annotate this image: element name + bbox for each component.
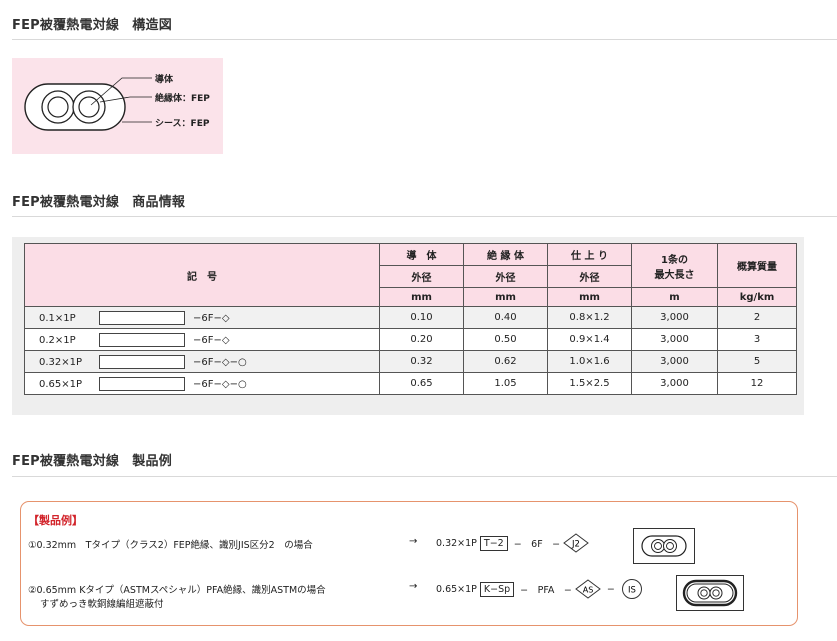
insulator-value: 0.50 (463, 328, 548, 351)
length-value: 3,000 (631, 328, 718, 351)
example-2-description-line2: すずめっき軟銅線編組遮蔽付 (40, 599, 164, 610)
table-row: 0.32×1P −6F−◇−○ 0.32 0.62 1.0×1.6 3,000 5 (24, 350, 797, 373)
symbol-header: 記 号 (24, 243, 380, 307)
finish-value: 1.0×1.6 (547, 350, 632, 373)
table-row: 0.65×1P −6F−◇−○ 0.65 1.05 1.5×2.5 3,000 1… (24, 372, 797, 395)
cable-cross-section-icon (633, 528, 695, 564)
length-header-line1: 1条の (661, 254, 688, 266)
unit-length: m (631, 287, 718, 307)
product-example-box: 【製品例】 ①0.32mm Tタイプ（クラス2）FEP絶縁、識別JIS区分2 の… (20, 501, 798, 626)
example-1-type-box: T−2 (479, 535, 508, 551)
table-row: 0.2×1P −6F−◇ 0.20 0.50 0.9×1.4 3,000 3 (24, 328, 797, 351)
example-heading: 【製品例】 (28, 514, 83, 527)
example-2-circle-text: IS (628, 586, 636, 596)
length-value: 3,000 (631, 350, 718, 373)
col-header-insulator: 絶 縁 体 (463, 243, 548, 266)
example-1-mid: − 6F − (513, 539, 561, 550)
col-header-finish: 仕 上 り (547, 243, 632, 266)
conductor-value: 0.10 (379, 306, 464, 329)
example-1-description: ①0.32mm Tタイプ（クラス2）FEP絶縁、識別JIS区分2 の場合 (28, 540, 313, 551)
size-text: 0.32×1P (39, 356, 83, 368)
arrow-icon: → (409, 581, 418, 592)
insulator-value: 1.05 (463, 372, 548, 395)
diamond-icon: J2 (563, 533, 589, 553)
spec-table: 記 号 導 体 絶 縁 体 仕 上 り 1条の 最大長さ 概算質量 外径 外径 … (24, 243, 797, 395)
mass-value: 3 (717, 328, 797, 351)
example-2-type-box: K−Sp (479, 581, 515, 597)
code-text: −6F−◇ (193, 312, 230, 324)
type-blank-box (99, 332, 185, 347)
symbol-cell: 0.2×1P −6F−◇ (24, 328, 380, 351)
type-blank-box (99, 354, 185, 369)
sheath-label: シース：FEP (155, 119, 210, 129)
arrow-icon: → (409, 536, 418, 547)
structure-diagram: 導体 絶縁体：FEP シース：FEP (12, 58, 223, 154)
type-blank-box (99, 376, 185, 391)
length-value: 3,000 (631, 372, 718, 395)
symbol-cell: 0.65×1P −6F−◇−○ (24, 372, 380, 395)
unit-insulator: mm (463, 287, 548, 307)
example-section-title: FEP被覆熱電対線 製品例 (12, 454, 172, 469)
example-2-diamond-text: AS (583, 586, 594, 595)
conductor-value: 0.65 (379, 372, 464, 395)
size-text: 0.1×1P (39, 312, 76, 324)
col-header-conductor: 導 体 (379, 243, 464, 266)
example-2-size: 0.65×1P (436, 583, 477, 595)
size-text: 0.65×1P (39, 378, 83, 390)
mass-value: 12 (717, 372, 797, 395)
cable-cross-section-icon (24, 77, 152, 131)
conductor-value: 0.32 (379, 350, 464, 373)
size-text: 0.2×1P (39, 334, 76, 346)
length-header-line2: 最大長さ (654, 269, 695, 281)
type-blank-box (99, 310, 185, 325)
example-1-size: 0.32×1P (436, 537, 477, 549)
sub-header-conductor: 外径 (379, 265, 464, 288)
spec-table-panel: 記 号 導 体 絶 縁 体 仕 上 り 1条の 最大長さ 概算質量 外径 外径 … (12, 237, 804, 415)
mass-value: 2 (717, 306, 797, 329)
unit-finish: mm (547, 287, 632, 307)
code-text: −6F−◇−○ (193, 378, 247, 390)
circle-icon: IS (621, 579, 642, 599)
diamond-icon: AS (575, 579, 601, 599)
unit-mass: kg/km (717, 287, 797, 307)
insulator-label: 絶縁体：FEP (155, 94, 210, 104)
conductor-label: 導体 (155, 75, 174, 85)
unit-conductor: mm (379, 287, 464, 307)
sub-header-finish: 外径 (547, 265, 632, 288)
example-2-dash: − (606, 583, 615, 595)
code-text: −6F−◇−○ (193, 356, 247, 368)
sub-header-insulator: 外径 (463, 265, 548, 288)
finish-value: 0.8×1.2 (547, 306, 632, 329)
product-info-section-title: FEP被覆熱電対線 商品情報 (12, 195, 186, 210)
finish-value: 0.9×1.4 (547, 328, 632, 351)
example-2-description: ②0.65mm Kタイプ（ASTMスペシャル）PFA絶縁、識別ASTMの場合 (28, 585, 326, 596)
example-2-mid: − PFA − (520, 585, 572, 596)
insulator-value: 0.40 (463, 306, 548, 329)
col-header-mass: 概算質量 (717, 243, 797, 288)
structure-section-title: FEP被覆熱電対線 構造図 (12, 18, 172, 33)
example-1-formula: 0.32×1P T−2 − 6F − J2 (436, 533, 589, 553)
divider (12, 39, 837, 40)
mass-value: 5 (717, 350, 797, 373)
example-1-diamond-text: J2 (571, 540, 580, 550)
divider (12, 476, 837, 477)
conductor-value: 0.20 (379, 328, 464, 351)
insulator-value: 0.62 (463, 350, 548, 373)
table-row: 0.1×1P −6F−◇ 0.10 0.40 0.8×1.2 3,000 2 (24, 306, 797, 329)
length-value: 3,000 (631, 306, 718, 329)
code-text: −6F−◇ (193, 334, 230, 346)
shielded-cable-icon (676, 575, 744, 611)
col-header-length: 1条の 最大長さ (631, 243, 718, 288)
finish-value: 1.5×2.5 (547, 372, 632, 395)
symbol-cell: 0.1×1P −6F−◇ (24, 306, 380, 329)
symbol-cell: 0.32×1P −6F−◇−○ (24, 350, 380, 373)
divider (12, 216, 837, 217)
example-2-formula: 0.65×1P K−Sp − PFA − AS − IS (436, 578, 643, 600)
